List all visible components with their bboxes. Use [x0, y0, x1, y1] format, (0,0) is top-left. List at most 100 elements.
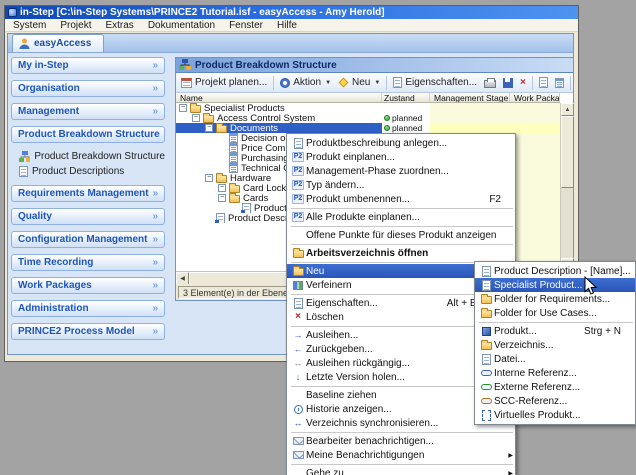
document-icon [481, 265, 491, 277]
menu-item-extras[interactable]: Extras [98, 19, 140, 32]
sidebar-subitem-product-breakdown-structure[interactable]: Product Breakdown Structure [19, 150, 165, 163]
sidebar-item-administration[interactable]: Administration» [11, 300, 165, 317]
sidebar-item-configuration-management[interactable]: Configuration Management» [11, 231, 165, 248]
folder-icon [229, 183, 240, 193]
work-package-cell [510, 103, 560, 113]
menu-item-fenster[interactable]: Fenster [222, 19, 270, 32]
toolbar-separator [569, 75, 571, 90]
sidebar-item-product-breakdown-structure[interactable]: Product Breakdown Structure» [11, 126, 165, 143]
submenu-item-externe-referenz[interactable]: Externe Referenz... [475, 380, 635, 394]
export-button[interactable] [536, 76, 551, 89]
context-menu-item-produkt-einplanen[interactable]: P2 Produkt einplanen... [287, 150, 515, 164]
save-button[interactable] [500, 77, 516, 89]
sidebar-item-my-in-step[interactable]: My in-Step» [11, 57, 165, 74]
tree-row-label: Card Locks [243, 183, 292, 193]
menu-item-projekt[interactable]: Projekt [53, 19, 98, 32]
tree-row[interactable]: − Access Control System planned [176, 113, 560, 123]
submenu-item-virtuelles-produkt[interactable]: Virtuelles Produkt... [475, 408, 635, 422]
folder-icon [203, 113, 214, 123]
new-dropdown-button[interactable]: Neu ▼ [335, 76, 383, 89]
sidebar-item-management[interactable]: Management» [11, 103, 165, 120]
sidebar-item-quality[interactable]: Quality» [11, 208, 165, 225]
tree-expander-icon[interactable]: − [205, 124, 213, 132]
submenu-item-datei[interactable]: Datei... [475, 352, 635, 366]
tree-row-selected[interactable]: − Documents planned [176, 123, 560, 133]
tree-expander-icon[interactable]: − [205, 174, 213, 182]
sidebar-item-requirements-management[interactable]: Requirements Management» [11, 185, 165, 202]
delete-button[interactable]: × [517, 77, 529, 89]
import-button[interactable] [552, 77, 567, 89]
context-menu-item-bearbeiter-benachrichtigen[interactable]: Bearbeiter benachrichtigen... [287, 434, 515, 448]
folder-icon [480, 308, 492, 318]
new-submenu: Product Description - [Name]... Speciali… [474, 261, 636, 425]
history-clock-icon [293, 404, 303, 414]
toolbar-separator [386, 75, 388, 90]
column-header-name[interactable]: Name [176, 93, 382, 102]
project-plan-button[interactable]: Projekt planen... [178, 76, 270, 89]
properties-icon [293, 297, 303, 309]
context-menu-item-gehe-zu[interactable]: Gehe zu ▶ [287, 466, 515, 475]
properties-button[interactable]: Eigenschaften... [390, 76, 480, 89]
column-header-management-stage[interactable]: Management Stage [430, 93, 510, 102]
submenu-item-specialist-product[interactable]: Specialist Product... [475, 278, 635, 292]
toolbar-separator [531, 75, 533, 90]
submenu-item-folder-for-requirements[interactable]: Folder for Requirements... [475, 292, 635, 306]
vertical-scrollbar[interactable]: ▲ ▼ [560, 103, 574, 271]
scc-reference-icon [480, 398, 492, 404]
menu-item-hilfe[interactable]: Hilfe [270, 19, 304, 32]
chevron-double-icon: » [152, 280, 158, 291]
context-menu-item-produktbeschreibung-anlegen[interactable]: Produktbeschreibung anlegen... [287, 136, 515, 150]
tree-expander-icon[interactable]: − [192, 114, 200, 122]
tree-row[interactable]: − Specialist Products [176, 103, 560, 113]
document-icon [229, 153, 238, 163]
scroll-up-button[interactable]: ▲ [561, 103, 574, 116]
column-header-work-package[interactable]: Work Package [510, 93, 560, 102]
context-menu-item-management-phase-zuordnen[interactable]: P2 Management-Phase zuordnen... [287, 164, 515, 178]
p2-icon: P2 [291, 194, 305, 204]
sidebar-item-prince2-process-model[interactable]: PRINCE2 Process Model» [11, 323, 165, 340]
submenu-arrow-icon: ▶ [508, 453, 513, 459]
context-menu-item-offene-punkte[interactable]: Offene Punkte für dieses Produkt anzeige… [287, 228, 515, 242]
notifications-icon [292, 451, 304, 459]
sidebar-subitem-product-descriptions[interactable]: Product Descriptions [19, 165, 165, 178]
document-icon [229, 133, 238, 143]
context-menu-item-arbeitsverzeichnis-oeffnen[interactable]: Arbeitsverzeichnis öffnen [287, 246, 515, 260]
chevron-double-icon: » [152, 188, 159, 199]
new-document-icon [293, 137, 303, 149]
sidebar-item-time-recording[interactable]: Time Recording» [11, 254, 165, 271]
internal-reference-icon [480, 370, 492, 376]
vertical-scroll-thumb[interactable] [561, 116, 574, 188]
tab-easyaccess[interactable]: easyAccess [12, 34, 105, 52]
tree-expander-icon[interactable]: − [218, 194, 226, 202]
menu-item-system[interactable]: System [6, 19, 53, 32]
virtual-product-icon [481, 409, 491, 421]
toolbar-separator [273, 75, 275, 90]
column-header-zustand[interactable]: Zustand [382, 93, 430, 102]
submenu-item-product-description-name[interactable]: Product Description - [Name]... [475, 264, 635, 278]
tree-row-label: Documents [230, 123, 279, 133]
tree-expander-icon[interactable]: − [179, 104, 187, 112]
sidebar-item-work-packages[interactable]: Work Packages» [11, 277, 165, 294]
panel-title: Product Breakdown Structure [195, 59, 337, 71]
context-menu-item-alle-produkte-einplanen[interactable]: P2 Alle Produkte einplanen... [287, 210, 515, 224]
print-button[interactable] [481, 76, 499, 89]
sidebar-item-organisation[interactable]: Organisation» [11, 80, 165, 97]
tree-expander-icon[interactable]: − [218, 184, 226, 192]
context-menu-item-typ-aendern[interactable]: P2 Typ ändern... [287, 178, 515, 192]
action-dropdown-button[interactable]: Aktion ▼ [277, 76, 334, 89]
submenu-item-verzeichnis[interactable]: Verzeichnis... [475, 338, 635, 352]
calendar-icon [181, 77, 192, 88]
titlebar[interactable]: in-Step [C:\in-Step Systems\PRINCE2 Tuto… [5, 6, 578, 19]
menu-item-dokumentation[interactable]: Dokumentation [141, 19, 222, 32]
checkin-icon: ← [293, 344, 303, 354]
checkout-icon: → [293, 330, 303, 340]
submenu-item-interne-referenz[interactable]: Interne Referenz... [475, 366, 635, 380]
submenu-item-folder-for-use-cases[interactable]: Folder for Use Cases... [475, 306, 635, 320]
context-menu-item-produkt-umbenennen[interactable]: P2 Produkt umbenennen... F2 [287, 192, 515, 206]
management-stage-cell [430, 113, 510, 123]
submenu-item-scc-referenz[interactable]: SCC-Referenz... [475, 394, 635, 408]
tree-row-label: Specialist Products [204, 103, 285, 113]
submenu-item-produkt[interactable]: Produkt... Strg + N [475, 324, 635, 338]
context-menu-item-meine-benachrichtigungen[interactable]: Meine Benachrichtigungen ▶ [287, 448, 515, 462]
chevron-double-icon: » [152, 83, 158, 94]
